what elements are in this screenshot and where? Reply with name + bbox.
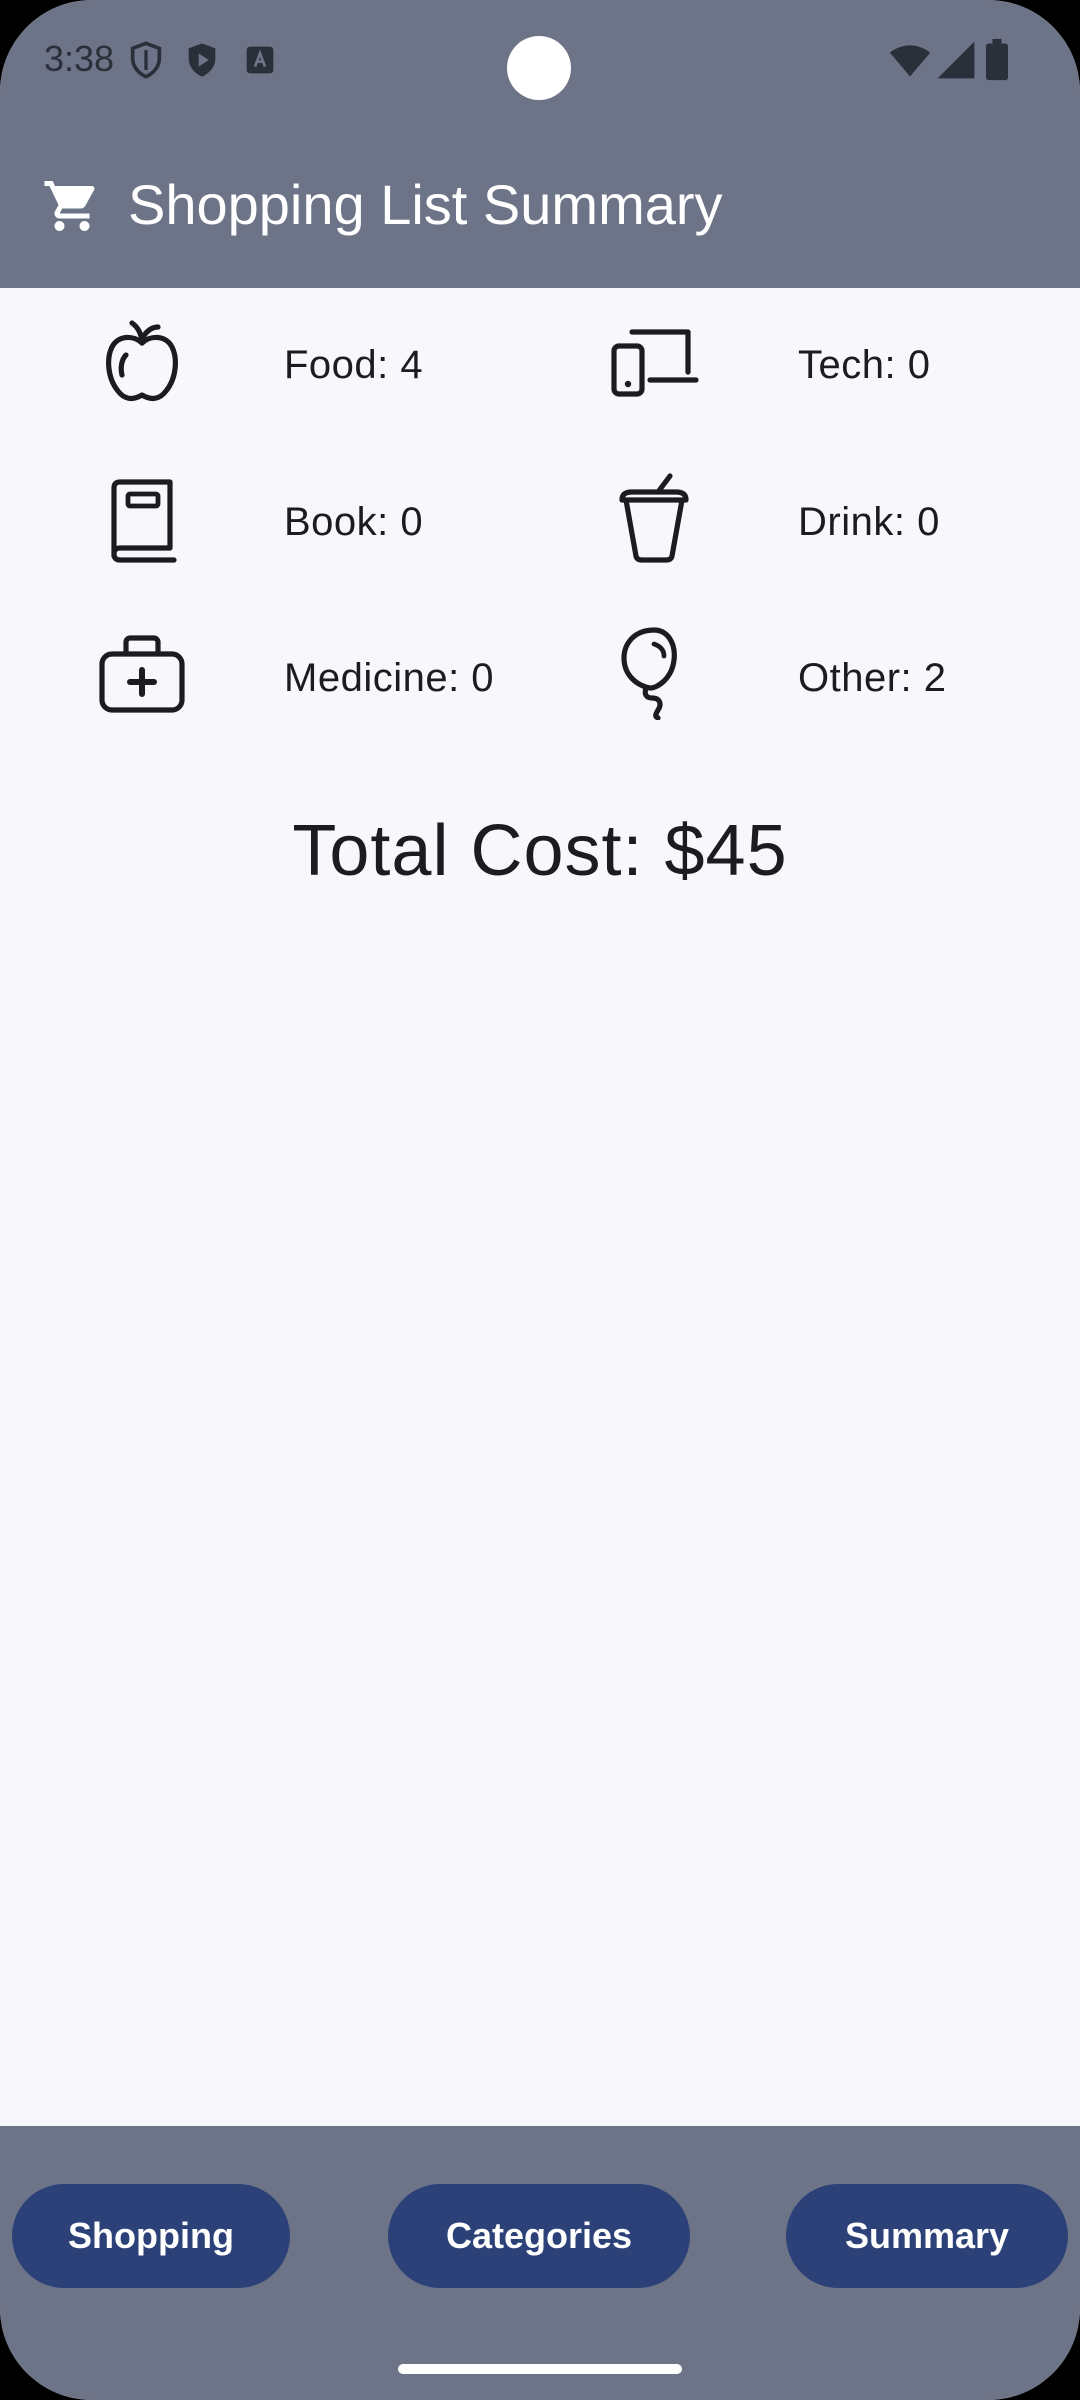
page-title: Shopping List Summary xyxy=(128,173,723,236)
category-food-count: Food: 4 xyxy=(284,343,424,387)
category-other-count: Other: 2 xyxy=(798,656,947,700)
book-icon xyxy=(111,479,177,563)
balloon-icon xyxy=(621,627,677,720)
front-camera xyxy=(507,36,571,100)
keyboard-a-icon xyxy=(246,46,274,74)
medical-kit-icon xyxy=(99,635,185,713)
category-tech-count: Tech: 0 xyxy=(798,343,931,387)
summary-button[interactable]: Summary xyxy=(786,2184,1068,2288)
gesture-handle[interactable] xyxy=(398,2364,682,2374)
app-bar: Shopping List Summary xyxy=(0,150,1080,260)
cell-signal-icon xyxy=(937,41,975,79)
play-protect-icon xyxy=(188,43,216,77)
phone-screen: 3:38 Shopping List Summary Food: 4 Tech:… xyxy=(0,0,1080,2400)
categories-button[interactable]: Categories xyxy=(388,2184,690,2288)
battery-icon xyxy=(986,38,1008,81)
bottom-navigation: Shopping Categories Summary xyxy=(0,2126,1080,2400)
apple-icon xyxy=(106,320,178,402)
status-time: 3:38 xyxy=(44,38,115,79)
category-medicine-count: Medicine: 0 xyxy=(284,656,495,700)
cart-icon xyxy=(44,181,95,231)
category-drink-count: Drink: 0 xyxy=(798,500,940,544)
total-cost: Total Cost: $45 xyxy=(292,811,788,891)
category-book-count: Book: 0 xyxy=(284,500,424,544)
shield-outline-icon xyxy=(130,41,162,79)
status-bar: 3:38 xyxy=(0,0,1080,120)
shopping-button[interactable]: Shopping xyxy=(12,2184,290,2288)
cup-icon xyxy=(619,473,689,563)
wifi-icon xyxy=(889,45,931,77)
top-bar: 3:38 Shopping List Summary xyxy=(0,0,1080,288)
devices-icon xyxy=(611,329,699,397)
